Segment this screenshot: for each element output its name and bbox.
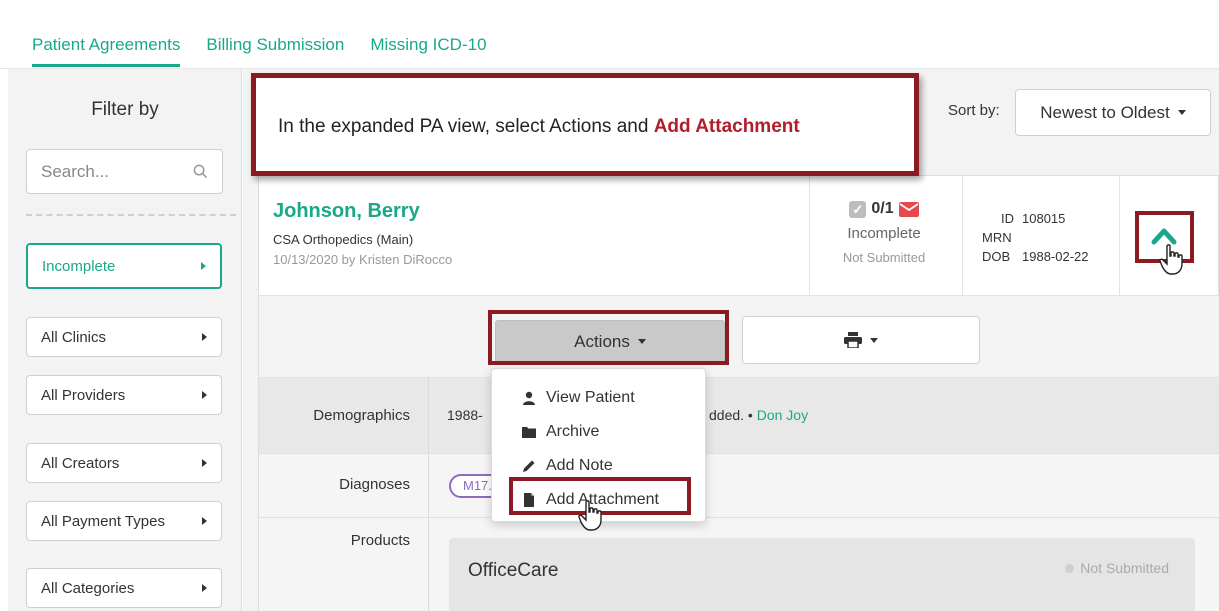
caret-right-icon bbox=[202, 517, 207, 525]
divider bbox=[26, 214, 236, 216]
submission-status: Not Submitted bbox=[842, 250, 926, 265]
filter-label: All Categories bbox=[41, 579, 135, 597]
envelope-icon bbox=[898, 201, 919, 217]
actions-row: Actions bbox=[259, 296, 1219, 378]
callout-text: In the expanded PA view, select Actions … bbox=[278, 116, 800, 137]
demographics-tail: dded. • bbox=[709, 407, 757, 423]
patient-agreement-card: Johnson, Berry CSA Orthopedics (Main) 10… bbox=[258, 175, 1219, 611]
clinic-name: CSA Orthopedics (Main) bbox=[273, 232, 414, 247]
completion-count: 0/1 bbox=[871, 200, 894, 217]
demographics-link[interactable]: Don Joy bbox=[757, 407, 808, 423]
folder-icon bbox=[522, 427, 536, 438]
menu-item-label: View Patient bbox=[546, 389, 635, 406]
user-icon bbox=[523, 391, 535, 405]
sort-select[interactable]: Newest to Oldest bbox=[1015, 89, 1211, 136]
caret-right-icon bbox=[202, 584, 207, 592]
demographics-row: Demographics 1988- dded. • Don Joy bbox=[259, 378, 1219, 454]
card-header: Johnson, Berry CSA Orthopedics (Main) 10… bbox=[259, 176, 1219, 296]
checkbox-icon: ✓ bbox=[849, 200, 867, 218]
menu-item-label: Archive bbox=[546, 423, 600, 440]
dob-value: 1988-02-22 bbox=[1022, 249, 1089, 264]
products-row: Products OfficeCare Not Submitted bbox=[259, 518, 1219, 611]
chevron-down-icon bbox=[1177, 110, 1186, 115]
menu-item-archive[interactable]: Archive bbox=[492, 415, 705, 449]
filter-title: Filter by bbox=[91, 99, 159, 120]
created-info: 10/13/2020 by Kristen DiRocco bbox=[273, 252, 453, 267]
instruction-callout: In the expanded PA view, select Actions … bbox=[251, 73, 919, 176]
tab-missing-icd10[interactable]: Missing ICD-10 bbox=[370, 35, 486, 67]
menu-item-label: Add Note bbox=[546, 457, 613, 474]
search-icon[interactable] bbox=[193, 164, 208, 179]
filter-payment-types-button[interactable]: All Payment Types bbox=[26, 501, 222, 541]
caret-right-icon bbox=[202, 459, 207, 467]
dob-label: DOB bbox=[982, 249, 1011, 264]
mrn-label: MRN bbox=[982, 230, 1012, 245]
sort-value: Newest to Oldest bbox=[1040, 102, 1170, 122]
pencil-icon bbox=[523, 460, 535, 472]
patient-ids: ID 108015 MRN DOB 1988-02-22 bbox=[982, 209, 1089, 266]
filter-label: Incomplete bbox=[42, 257, 116, 275]
divider bbox=[962, 176, 963, 296]
caret-right-icon bbox=[202, 391, 207, 399]
filter-creators-button[interactable]: All Creators bbox=[26, 443, 222, 483]
chevron-down-icon bbox=[870, 337, 878, 343]
product-status-text: Not Submitted bbox=[1080, 560, 1169, 576]
tab-patient-agreements[interactable]: Patient Agreements bbox=[32, 35, 181, 67]
hand-cursor-icon bbox=[1159, 244, 1183, 275]
print-button[interactable] bbox=[742, 316, 980, 364]
search-input[interactable] bbox=[41, 161, 181, 182]
caret-right-icon bbox=[202, 333, 207, 341]
status-dot-icon bbox=[1065, 563, 1075, 573]
filter-clinics-button[interactable]: All Clinics bbox=[26, 317, 222, 357]
printer-icon bbox=[844, 332, 862, 348]
filter-label: All Creators bbox=[41, 454, 120, 472]
menu-item-view-patient[interactable]: View Patient bbox=[492, 381, 705, 415]
filter-label: All Providers bbox=[41, 386, 126, 404]
patient-name-link[interactable]: Johnson, Berry bbox=[273, 200, 420, 223]
demographics-value: 1988- bbox=[447, 407, 483, 423]
status-text: Incomplete bbox=[847, 225, 921, 242]
demographics-label: Demographics bbox=[259, 378, 429, 453]
actions-highlight-box bbox=[488, 310, 729, 365]
product-card[interactable]: OfficeCare Not Submitted bbox=[449, 538, 1195, 611]
divider bbox=[809, 176, 810, 296]
product-status: Not Submitted bbox=[1065, 560, 1169, 576]
chevron-up-icon[interactable] bbox=[1151, 226, 1177, 246]
product-name: OfficeCare bbox=[468, 560, 559, 581]
filter-label: All Payment Types bbox=[41, 512, 165, 530]
id-value: 108015 bbox=[1022, 211, 1066, 226]
filter-categories-button[interactable]: All Categories bbox=[26, 568, 222, 608]
products-label: Products bbox=[259, 518, 429, 611]
caret-right-icon bbox=[201, 262, 206, 270]
status-box: ✓ 0/1 Incomplete Not Submitted bbox=[824, 200, 944, 265]
demographics-detail: dded. • Don Joy bbox=[709, 407, 808, 423]
diagnoses-label: Diagnoses bbox=[259, 454, 429, 517]
filter-sidebar: Filter by Incomplete All Clinics All Pro… bbox=[8, 69, 242, 611]
tab-billing-submission[interactable]: Billing Submission bbox=[206, 35, 344, 67]
callout-highlight: Add Attachment bbox=[653, 116, 800, 137]
hand-cursor-icon bbox=[578, 500, 602, 531]
divider bbox=[1119, 176, 1120, 296]
filter-status-button[interactable]: Incomplete bbox=[26, 243, 222, 289]
filter-label: All Clinics bbox=[41, 328, 107, 346]
id-label: ID bbox=[1001, 211, 1014, 226]
diagnoses-row: Diagnoses M17. bbox=[259, 454, 1219, 518]
search-box bbox=[26, 149, 223, 194]
tab-bar: Patient Agreements Billing Submission Mi… bbox=[32, 35, 487, 67]
filter-providers-button[interactable]: All Providers bbox=[26, 375, 222, 415]
sort-label: Sort by: bbox=[948, 102, 1000, 119]
